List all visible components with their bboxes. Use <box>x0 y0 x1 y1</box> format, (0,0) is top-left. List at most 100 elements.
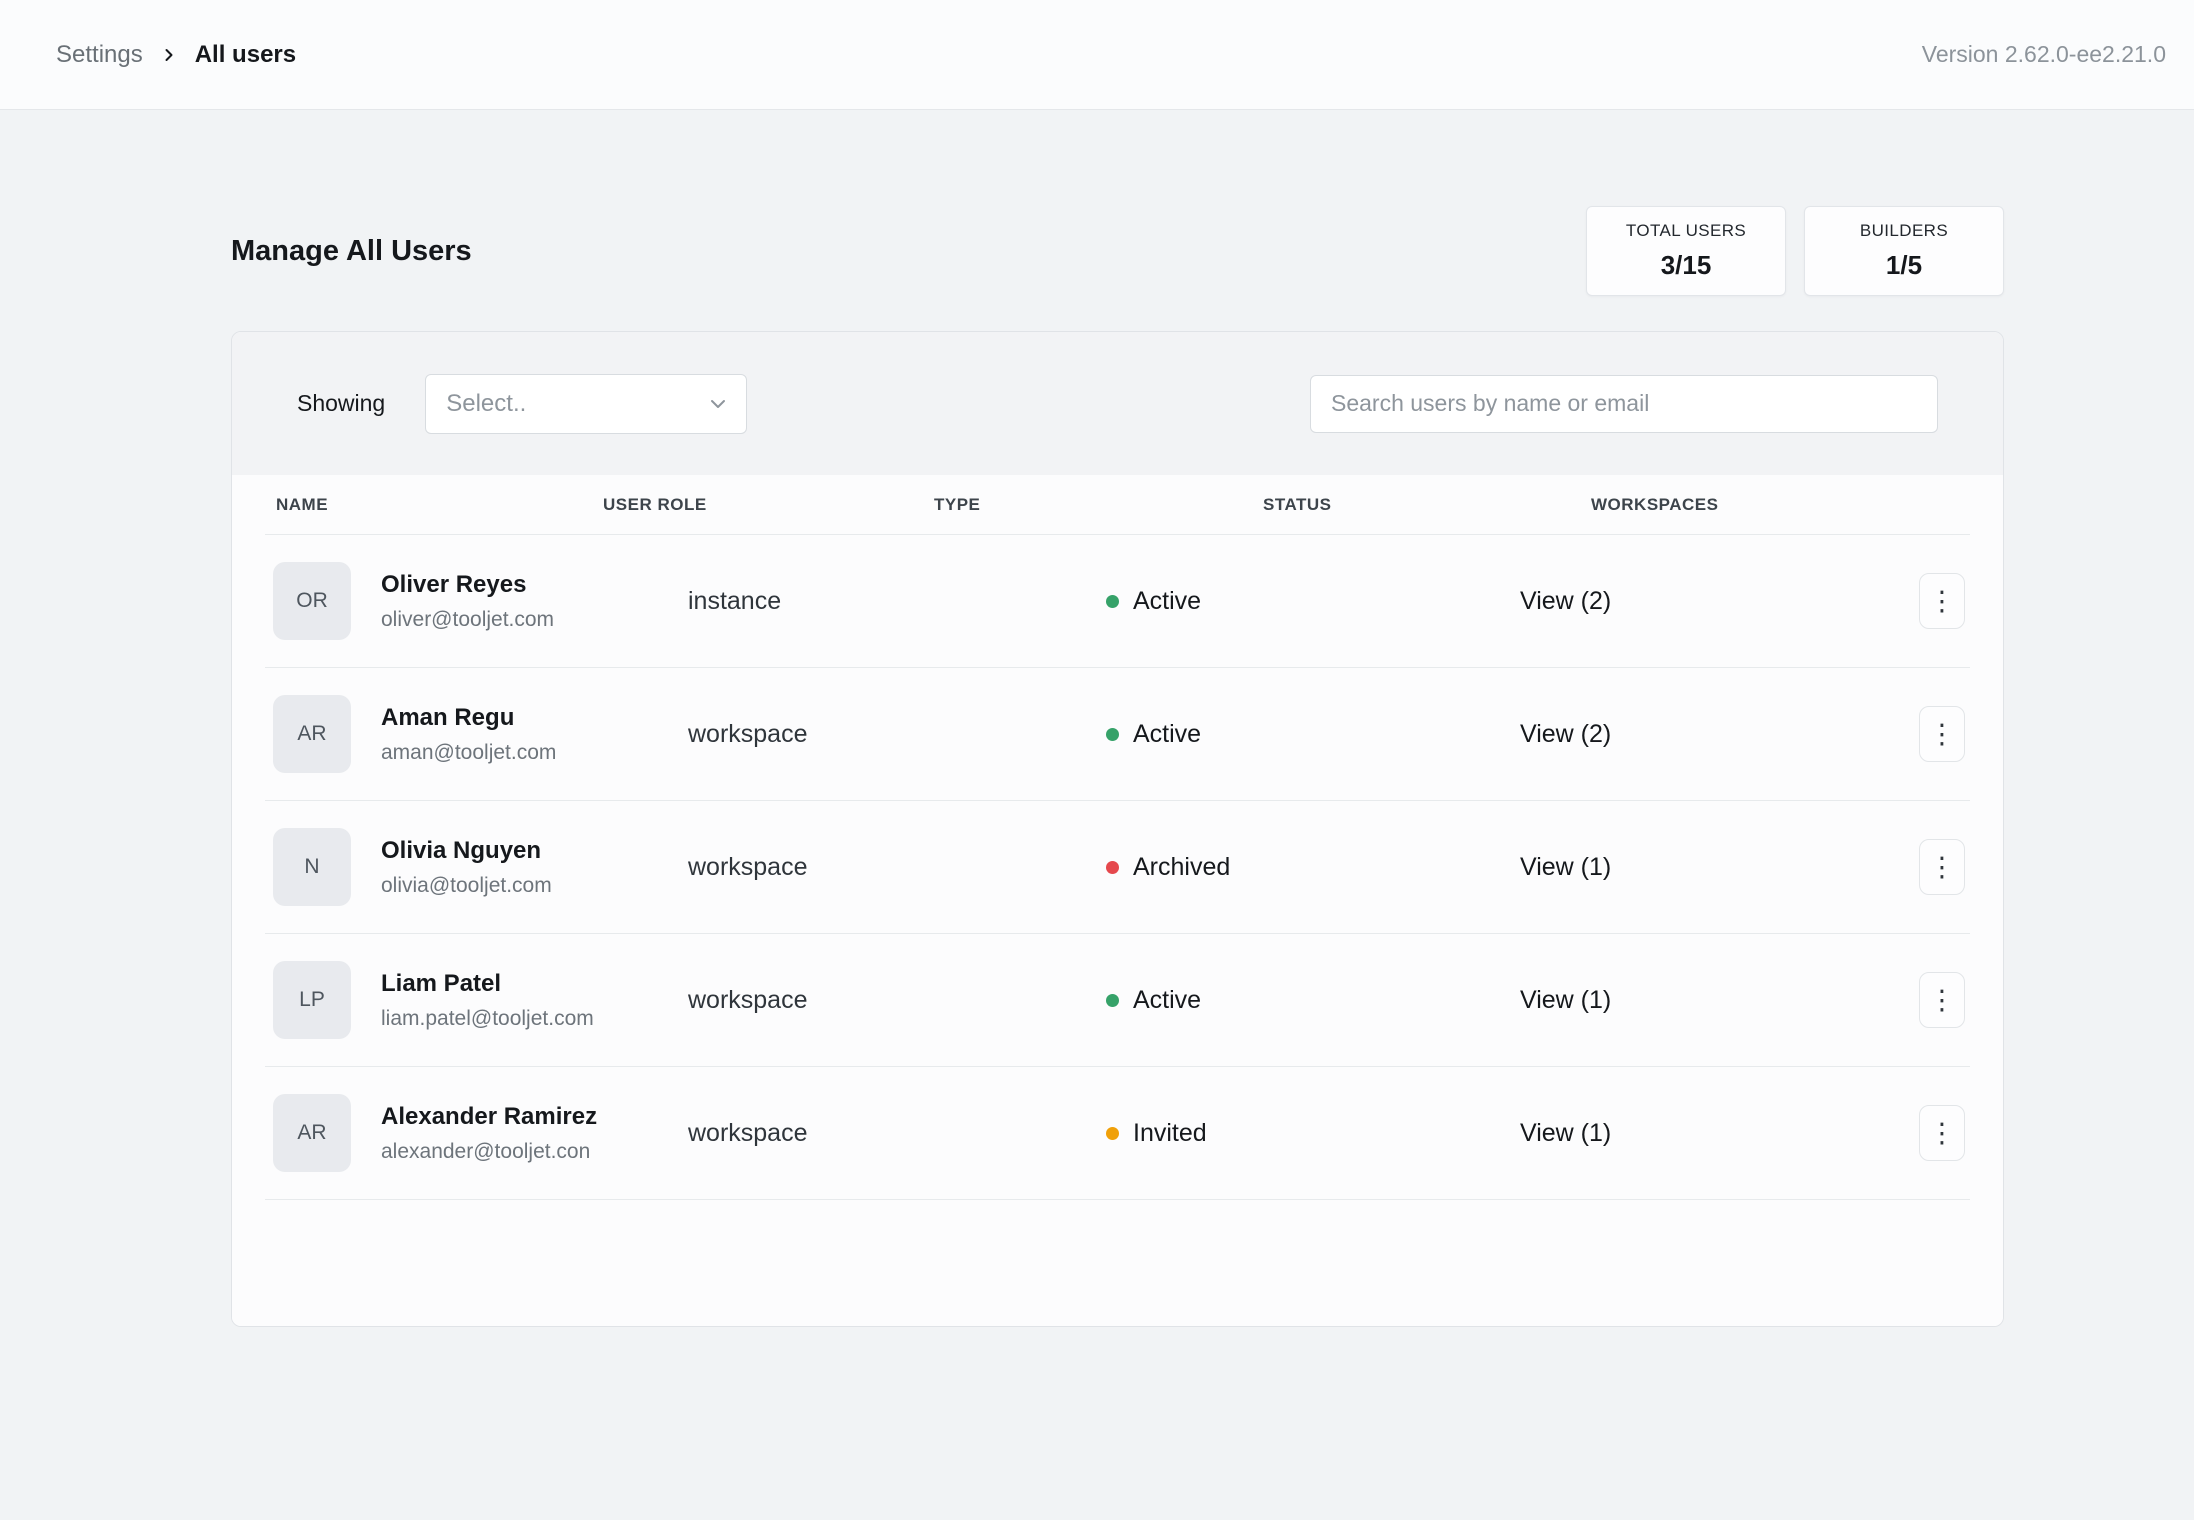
column-header-workspaces: WORKSPACES <box>1591 495 1919 515</box>
avatar-initials: AR <box>297 1121 326 1145</box>
status-label: Archived <box>1133 853 1230 882</box>
actions-cell: ⋮ <box>1919 972 1971 1028</box>
breadcrumb: Settings All users <box>56 41 296 69</box>
users-card: Showing Select.. NAME USER ROLE TYPE STA… <box>231 331 2004 1327</box>
status-cell: Archived <box>1106 853 1520 882</box>
column-header-status: STATUS <box>1263 495 1591 515</box>
name-cell: Olivia Nguyen olivia@tooljet.com <box>381 837 688 898</box>
workspaces-view-link[interactable]: View (1) <box>1520 1119 1919 1148</box>
kebab-icon: ⋮ <box>1929 1118 1956 1149</box>
user-email: aman@tooljet.com <box>381 741 688 765</box>
user-role: workspace <box>688 720 1106 749</box>
actions-cell: ⋮ <box>1919 706 1971 762</box>
status-label: Active <box>1133 986 1201 1015</box>
status-cell: Active <box>1106 986 1520 1015</box>
chevron-right-icon <box>159 45 179 65</box>
avatar-cell: AR <box>265 695 381 773</box>
avatar: AR <box>273 695 351 773</box>
row-actions-kebab-button[interactable]: ⋮ <box>1919 839 1965 895</box>
avatar-cell: LP <box>265 961 381 1039</box>
status-cell: Invited <box>1106 1119 1520 1148</box>
avatar: N <box>273 828 351 906</box>
builders-label: BUILDERS <box>1860 221 1948 241</box>
total-users-label: TOTAL USERS <box>1626 221 1746 241</box>
column-header-user-role: USER ROLE <box>603 495 934 515</box>
total-users-value: 3/15 <box>1661 250 1712 281</box>
user-email: oliver@tooljet.com <box>381 608 688 632</box>
status-dot <box>1106 861 1119 874</box>
user-role: workspace <box>688 853 1106 882</box>
avatar: LP <box>273 961 351 1039</box>
status-dot <box>1106 1127 1119 1140</box>
table-row: OR Oliver Reyes oliver@tooljet.com insta… <box>265 535 1970 668</box>
table-row: AR Aman Regu aman@tooljet.com workspace … <box>265 668 1970 801</box>
stats-cards: TOTAL USERS 3/15 BUILDERS 1/5 <box>1586 206 2004 296</box>
status-dot <box>1106 728 1119 741</box>
status-filter-value: Select.. <box>446 390 526 418</box>
table-row: LP Liam Patel liam.patel@tooljet.com wor… <box>265 934 1970 1067</box>
avatar-cell: OR <box>265 562 381 640</box>
table-header: NAME USER ROLE TYPE STATUS WORKSPACES <box>265 475 1970 535</box>
user-role: workspace <box>688 1119 1106 1148</box>
user-name: Liam Patel <box>381 970 688 998</box>
name-cell: Aman Regu aman@tooljet.com <box>381 704 688 765</box>
status-label: Active <box>1133 720 1201 749</box>
showing-label: Showing <box>297 390 385 417</box>
version-label: Version 2.62.0-ee2.21.0 <box>1922 41 2166 68</box>
avatar-initials: LP <box>299 988 325 1012</box>
avatar-initials: AR <box>297 722 326 746</box>
page-title: Manage All Users <box>231 235 472 268</box>
avatar: AR <box>273 1094 351 1172</box>
breadcrumb-current: All users <box>195 41 296 69</box>
user-name: Oliver Reyes <box>381 571 688 599</box>
topbar: Settings All users Version 2.62.0-ee2.21… <box>0 0 2194 110</box>
status-dot <box>1106 994 1119 1007</box>
user-email: liam.patel@tooljet.com <box>381 1007 688 1031</box>
table-row: AR Alexander Ramirez alexander@tooljet.c… <box>265 1067 1970 1200</box>
actions-cell: ⋮ <box>1919 839 1971 895</box>
status-filter-select[interactable]: Select.. <box>425 374 747 434</box>
row-actions-kebab-button[interactable]: ⋮ <box>1919 1105 1965 1161</box>
name-cell: Alexander Ramirez alexander@tooljet.con <box>381 1103 688 1164</box>
actions-cell: ⋮ <box>1919 1105 1971 1161</box>
name-cell: Oliver Reyes oliver@tooljet.com <box>381 571 688 632</box>
workspaces-view-link[interactable]: View (1) <box>1520 853 1919 882</box>
status-label: Active <box>1133 587 1201 616</box>
user-email: olivia@tooljet.com <box>381 874 688 898</box>
chevron-down-icon <box>706 392 730 416</box>
workspaces-view-link[interactable]: View (2) <box>1520 587 1919 616</box>
kebab-icon: ⋮ <box>1929 852 1956 883</box>
workspaces-view-link[interactable]: View (2) <box>1520 720 1919 749</box>
kebab-icon: ⋮ <box>1929 985 1956 1016</box>
builders-value: 1/5 <box>1886 250 1922 281</box>
kebab-icon: ⋮ <box>1929 586 1956 617</box>
user-name: Olivia Nguyen <box>381 837 688 865</box>
actions-cell: ⋮ <box>1919 573 1971 629</box>
row-actions-kebab-button[interactable]: ⋮ <box>1919 972 1965 1028</box>
avatar: OR <box>273 562 351 640</box>
table-row: N Olivia Nguyen olivia@tooljet.com works… <box>265 801 1970 934</box>
breadcrumb-settings-link[interactable]: Settings <box>56 41 143 69</box>
avatar-cell: N <box>265 828 381 906</box>
main-content: Manage All Users TOTAL USERS 3/15 BUILDE… <box>231 206 2004 1327</box>
status-dot <box>1106 595 1119 608</box>
workspaces-view-link[interactable]: View (1) <box>1520 986 1919 1015</box>
user-name: Alexander Ramirez <box>381 1103 688 1131</box>
avatar-initials: N <box>304 855 319 879</box>
filter-bar: Showing Select.. <box>232 332 2003 475</box>
column-header-type: TYPE <box>934 495 1263 515</box>
table-body: OR Oliver Reyes oliver@tooljet.com insta… <box>265 535 1970 1200</box>
row-actions-kebab-button[interactable]: ⋮ <box>1919 573 1965 629</box>
column-header-name: NAME <box>265 495 603 515</box>
kebab-icon: ⋮ <box>1929 719 1956 750</box>
row-actions-kebab-button[interactable]: ⋮ <box>1919 706 1965 762</box>
user-role: workspace <box>688 986 1106 1015</box>
total-users-card: TOTAL USERS 3/15 <box>1586 206 1786 296</box>
user-email: alexander@tooljet.con <box>381 1140 688 1164</box>
search-input[interactable] <box>1310 375 1938 433</box>
status-label: Invited <box>1133 1119 1207 1148</box>
user-name: Aman Regu <box>381 704 688 732</box>
avatar-initials: OR <box>296 589 328 613</box>
name-cell: Liam Patel liam.patel@tooljet.com <box>381 970 688 1031</box>
users-table: NAME USER ROLE TYPE STATUS WORKSPACES OR… <box>232 475 2003 1326</box>
